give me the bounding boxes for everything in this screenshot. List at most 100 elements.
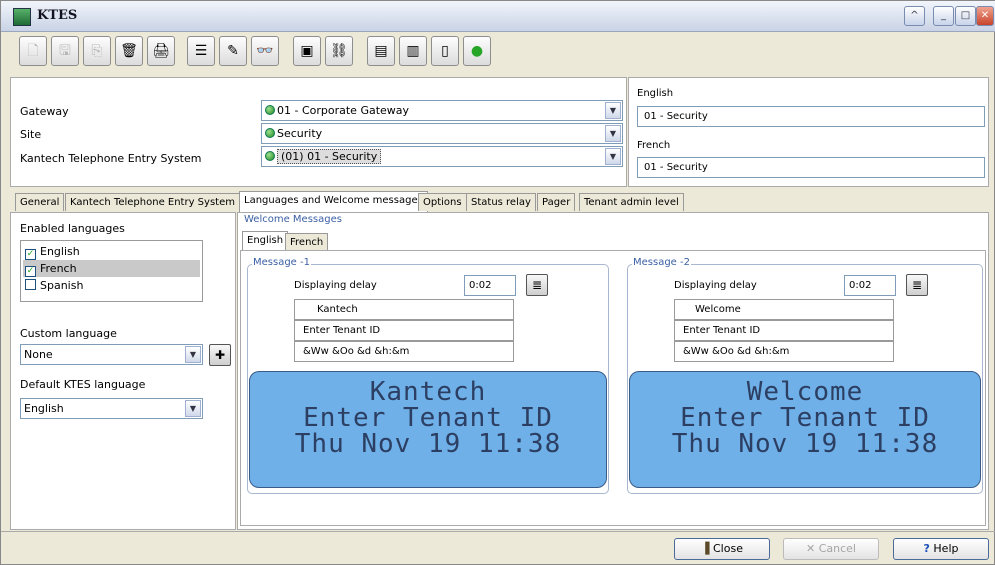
door-icon[interactable]: ▤ [367,36,395,66]
add-language-icon[interactable]: ✚ [209,344,231,366]
tab-general[interactable]: General [15,193,65,211]
chevron-down-icon[interactable]: ▼ [605,148,621,165]
gateway-label: Gateway [20,105,69,118]
print-icon[interactable]: 🖨 [147,36,175,66]
checkbox-empty-icon[interactable] [25,279,36,290]
cancel-button[interactable]: ✕ Cancel [783,538,879,560]
language-item-english[interactable]: ✓ English [23,243,200,260]
french-label: French [637,140,671,151]
footer-divider [1,531,995,532]
chevron-down-icon[interactable]: ▼ [605,102,621,119]
ktes-window: KTES ^ _ □ ✕ 🗋 🖫 ⎘ 🗑 🖨 ☰ ✎ 👓 ▣ ⛓ ▤ ▥ ▯ ●… [0,0,995,565]
cancel-icon: ✕ [806,542,816,555]
subtab-french[interactable]: French [285,233,329,250]
default-language-label: Default KTES language [20,378,146,391]
language-item-french[interactable]: ✓ French [23,260,200,277]
english-label: English [637,88,674,99]
language-list: ✓ English ✓ French Spanish [20,240,203,302]
default-language-value: English [24,402,64,415]
lcd-line-3: Thu Nov 19 11:38 [294,429,562,459]
window-title: KTES [37,8,78,23]
tab-pager[interactable]: Pager [537,193,576,211]
ktes-select[interactable]: (01) 01 - Security ▼ [261,146,623,167]
left-panel: Enabled languages ✓ English ✓ French Spani… [10,212,236,530]
gateway-select[interactable]: 01 - Corporate Gateway ▼ [261,100,623,121]
lcd-line-1: Kantech [369,377,487,407]
list-icon[interactable]: ☰ [187,36,215,66]
delay-label: Displaying delay [294,280,377,291]
lcd-preview-2: Welcome Enter Tenant ID Thu Nov 19 11:38 [629,371,981,488]
header-panel: Gateway Site Kantech Telephone Entry Sys… [10,77,627,187]
default-language-select[interactable]: English ▼ [20,398,203,419]
status-icon[interactable]: ▯ [431,36,459,66]
welcome-panel: Welcome Messages English French Message … [237,212,989,530]
message-1-group: Message -1 Displaying delay 0:02 ≣ Kante… [247,257,609,494]
align-icon[interactable]: ≣ [526,274,548,296]
link-icon[interactable]: ⛓ [325,36,353,66]
help-icon: ? [923,542,930,555]
delay-field[interactable]: 0:02 [464,275,516,296]
lcd-line-1: Welcome [746,377,864,407]
align-icon[interactable]: ≣ [906,274,928,296]
title-bar: KTES ^ _ □ ✕ [1,1,995,32]
status-dot-icon [265,128,275,138]
app-icon [13,8,31,26]
delay-label: Displaying delay [674,280,757,291]
status-dot-icon [265,105,275,115]
message-1-title: Message -1 [252,257,311,268]
message-2-title: Message -2 [632,257,691,268]
english-name-field[interactable]: 01 - Security [637,106,985,127]
message-line-3[interactable]: &Ww &Oo &d &h:&m [294,341,514,362]
report-icon[interactable]: ▣ [293,36,321,66]
panel-icon[interactable]: ▥ [399,36,427,66]
site-select[interactable]: Security ▼ [261,123,623,144]
close-button[interactable]: ▐ Close [674,538,770,560]
message-line-3[interactable]: &Ww &Oo &d &h:&m [674,341,894,362]
chevron-down-icon[interactable]: ▼ [185,400,201,417]
ktes-value: (01) 01 - Security [277,149,382,164]
minimize-button[interactable]: _ [933,6,954,26]
chevron-down-icon[interactable]: ▼ [605,125,621,142]
door-icon: ▐ [701,542,710,555]
ktes-label: Kantech Telephone Entry System [20,152,202,165]
status-dot-icon [265,151,275,161]
restore-up-button[interactable]: ^ [904,6,925,26]
checkbox-checked-icon[interactable]: ✓ [25,266,36,277]
welcome-messages-title: Welcome Messages [244,214,342,225]
green-status-icon[interactable]: ● [463,36,491,66]
help-button[interactable]: ? Help [893,538,989,560]
chevron-down-icon[interactable]: ▼ [185,346,201,363]
delay-field[interactable]: 0:02 [844,275,896,296]
message-line-1[interactable]: Kantech [294,299,514,320]
save-icon[interactable]: 🖫 [51,36,79,66]
tab-tenant-admin[interactable]: Tenant admin level [579,193,684,211]
new-icon[interactable]: 🗋 [19,36,47,66]
site-label: Site [20,128,42,141]
maximize-button[interactable]: □ [955,6,976,26]
message-line-2[interactable]: Enter Tenant ID [294,320,514,341]
delete-icon[interactable]: 🗑 [115,36,143,66]
tab-languages[interactable]: Languages and Welcome messages [239,191,428,212]
edit-icon[interactable]: ✎ [219,36,247,66]
language-item-spanish[interactable]: Spanish [23,277,200,294]
lcd-preview-1: Kantech Enter Tenant ID Thu Nov 19 11:38 [249,371,607,488]
french-name-field[interactable]: 01 - Security [637,157,985,178]
tab-status-relay[interactable]: Status relay [466,193,536,211]
message-line-1[interactable]: Welcome [674,299,894,320]
close-window-button[interactable]: ✕ [976,6,994,26]
subtab-english[interactable]: English [242,231,289,250]
copy-icon[interactable]: ⎘ [83,36,111,66]
lcd-line-3: Thu Nov 19 11:38 [671,429,939,459]
checkbox-checked-icon[interactable]: ✓ [25,249,36,260]
tab-options[interactable]: Options [418,193,467,211]
lcd-line-2: Enter Tenant ID [680,403,930,433]
gateway-value: 01 - Corporate Gateway [277,104,410,117]
find-icon[interactable]: 👓 [251,36,279,66]
message-line-2[interactable]: Enter Tenant ID [674,320,894,341]
custom-language-value: None [24,348,53,361]
custom-language-label: Custom language [20,327,117,340]
site-value: Security [277,127,323,140]
custom-language-select[interactable]: None ▼ [20,344,203,365]
message-2-group: Message -2 Displaying delay 0:02 ≣ Welco… [627,257,983,494]
tab-ktes[interactable]: Kantech Telephone Entry System [65,193,240,211]
